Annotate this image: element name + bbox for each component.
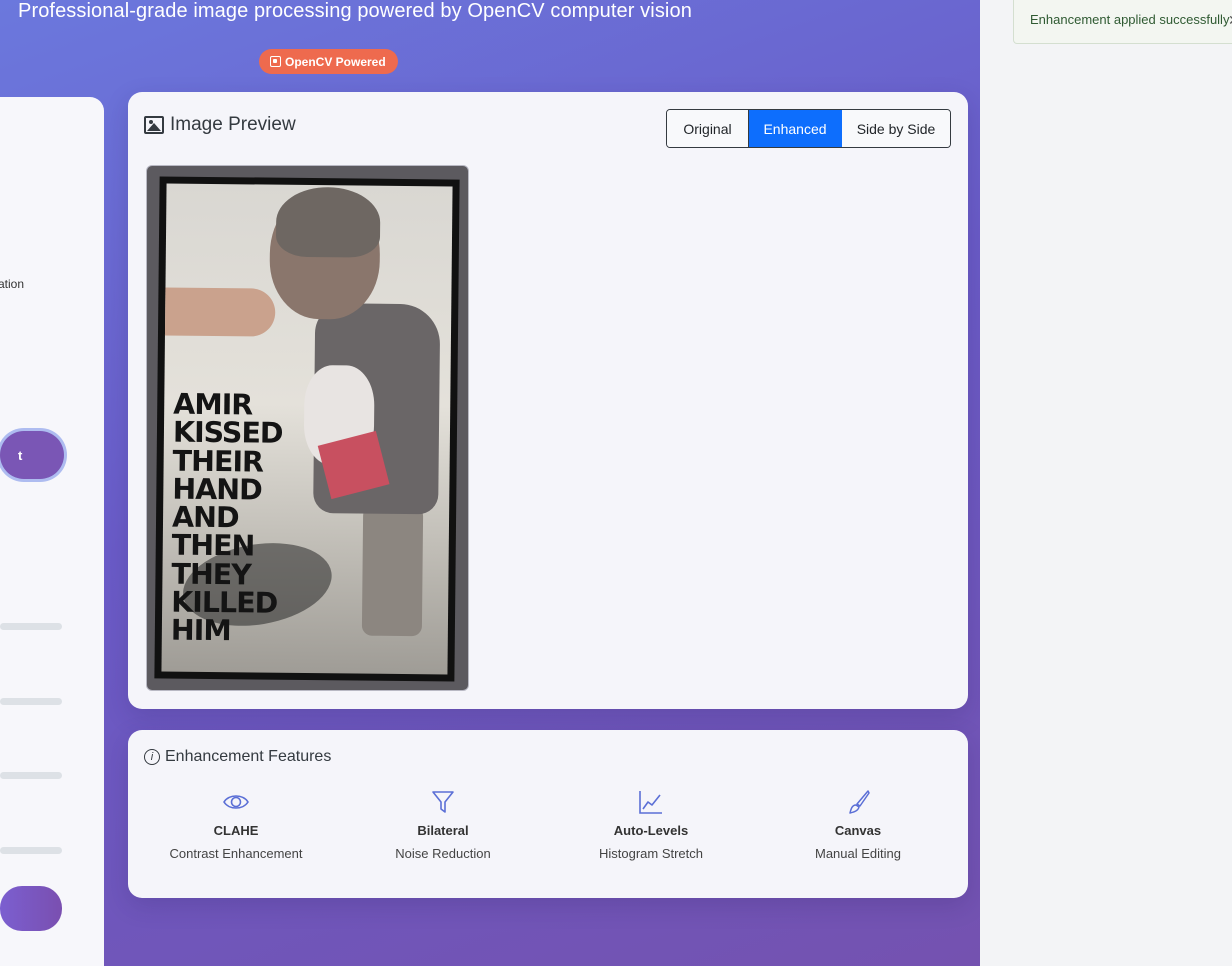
page-subtitle: Professional-grade image processing powe…: [18, 0, 692, 22]
enhanced-view-button[interactable]: Enhanced: [749, 110, 842, 147]
slider-1[interactable]: [0, 623, 62, 630]
feature-name: Auto-Levels: [613, 823, 689, 838]
close-icon[interactable]: ✕: [1228, 12, 1232, 29]
feature-canvas: Canvas Manual Editing: [758, 788, 958, 861]
feature-desc: Noise Reduction: [395, 846, 491, 861]
image-preview-header: Image Preview: [144, 114, 296, 136]
feature-name: Canvas: [834, 823, 882, 838]
download-button[interactable]: [0, 886, 62, 931]
photo-frame: AMIR KISSED THEIR HAND AND THEN THEY KIL…: [154, 176, 460, 682]
feature-name: CLAHE: [213, 823, 259, 838]
toast-message: Enhancement applied successfully: [1030, 12, 1230, 27]
feature-bilateral: Bilateral Noise Reduction: [343, 788, 543, 861]
enhancement-features-card: i Enhancement Features CLAHE Contrast En…: [128, 730, 968, 898]
image-preview-card: Image Preview Original Enhanced Side by …: [128, 92, 968, 709]
image-preview-title: Image Preview: [170, 114, 296, 135]
feature-desc: Histogram Stretch: [598, 846, 704, 861]
enhanced-image[interactable]: AMIR KISSED THEIR HAND AND THEN THEY KIL…: [146, 165, 469, 691]
app-background: Professional-grade image processing powe…: [0, 0, 980, 966]
enhance-button-label: t: [18, 447, 23, 463]
feature-name: Bilateral: [417, 823, 469, 838]
info-icon: i: [144, 749, 160, 765]
cpu-icon: [270, 56, 281, 67]
slider-4[interactable]: [0, 847, 62, 854]
feature-desc: Contrast Enhancement: [169, 846, 303, 861]
image-caption-text: AMIR KISSED THEIR HAND AND THEN THEY KIL…: [170, 387, 283, 648]
feature-desc: Manual Editing: [815, 846, 901, 861]
view-mode-toggle: Original Enhanced Side by Side: [666, 109, 951, 148]
controls-option-label: ation: [0, 277, 25, 291]
feature-auto-levels: Auto-Levels Histogram Stretch: [551, 788, 751, 861]
opencv-badge: OpenCV Powered: [259, 49, 398, 74]
features-title: Enhancement Features: [165, 748, 332, 765]
features-header: i Enhancement Features: [144, 748, 331, 766]
slider-2[interactable]: [0, 698, 62, 705]
slider-3[interactable]: [0, 772, 62, 779]
filter-icon: [432, 791, 454, 813]
eye-icon: [223, 795, 249, 809]
controls-panel: ation t: [0, 97, 104, 966]
brush-icon: [849, 790, 870, 814]
graph-up-icon: [639, 791, 662, 814]
success-toast: Enhancement applied successfully ✕: [1013, 0, 1232, 44]
image-icon: [144, 116, 164, 134]
feature-clahe: CLAHE Contrast Enhancement: [136, 788, 336, 861]
original-view-button[interactable]: Original: [667, 110, 749, 147]
side-by-side-view-button[interactable]: Side by Side: [842, 110, 950, 147]
badge-label: OpenCV Powered: [285, 54, 386, 69]
enhance-button[interactable]: t: [0, 431, 64, 479]
